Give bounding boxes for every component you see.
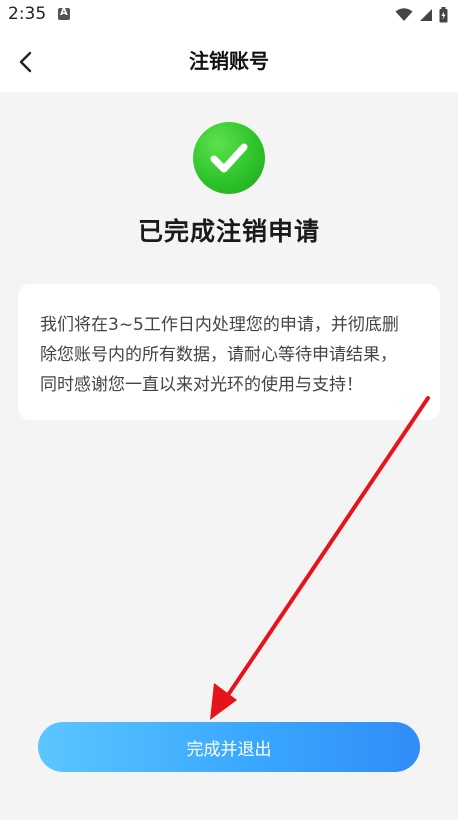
a-notification-icon xyxy=(58,7,70,20)
status-time: 2:35 xyxy=(8,4,47,24)
finish-and-exit-button[interactable]: 完成并退出 xyxy=(38,722,420,772)
battery-icon xyxy=(439,7,448,23)
result-title: 已完成注销申请 xyxy=(137,217,320,246)
info-text: 我们将在3~5工作日内处理您的申请，并彻底删 除您账号内的所有数据，请耐心等待申… xyxy=(40,310,422,400)
back-button[interactable] xyxy=(6,42,46,82)
info-line-2: 除您账号内的所有数据，请耐心等待申请结果， xyxy=(40,345,397,365)
check-mark-icon xyxy=(210,143,248,173)
status-icons xyxy=(395,6,448,24)
chevron-left-icon xyxy=(19,51,32,73)
info-line-3: 同时感谢您一直以来对光环的使用与支持！ xyxy=(40,375,363,395)
check-circle-icon xyxy=(193,122,265,194)
status-bar: 2:35 xyxy=(0,0,458,30)
info-card: 我们将在3~5工作日内处理您的申请，并彻底删 除您账号内的所有数据，请耐心等待申… xyxy=(18,284,440,420)
app-header: 注销账号 xyxy=(0,30,458,92)
wifi-icon xyxy=(395,8,413,21)
signal-icon xyxy=(420,9,432,21)
info-line-1: 我们将在3~5工作日内处理您的申请，并彻底删 xyxy=(40,315,399,335)
page-title: 注销账号 xyxy=(189,49,269,73)
